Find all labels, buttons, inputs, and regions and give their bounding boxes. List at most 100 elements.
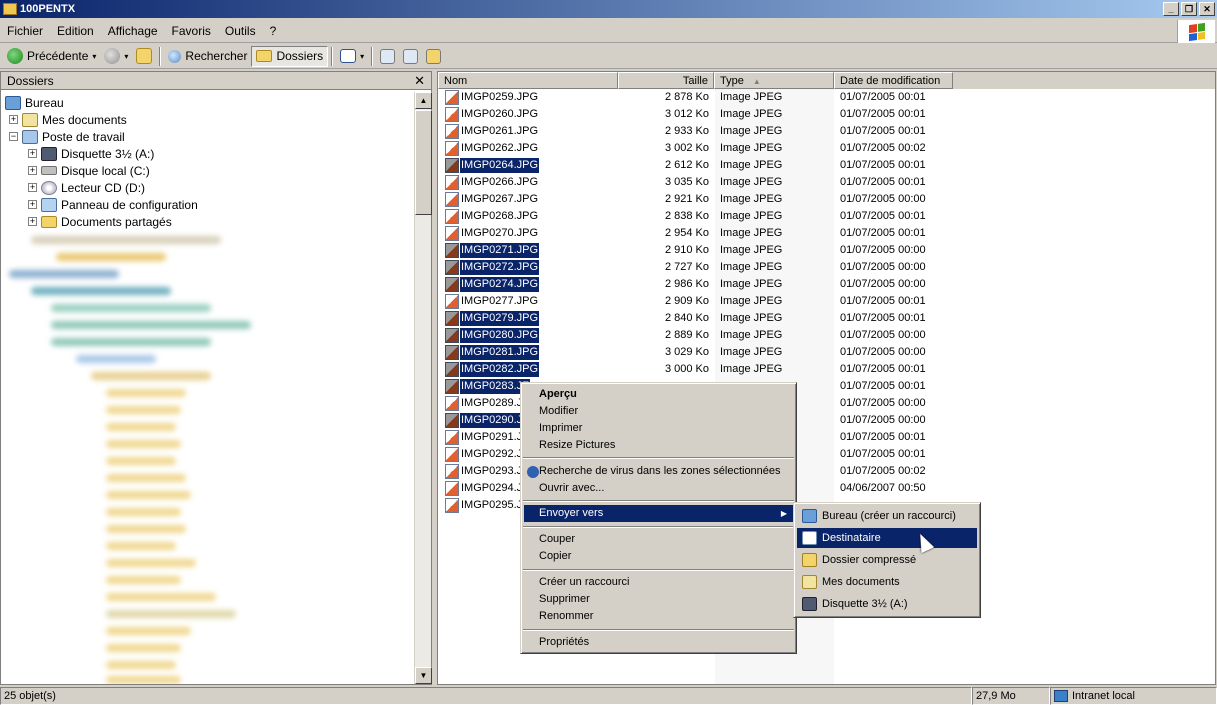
context-item-envoyer-vers[interactable]: Envoyer vers ▶: [524, 505, 793, 522]
status-bar: 25 objet(s) 27,9 Mo Intranet local: [0, 687, 1217, 705]
file-row[interactable]: IMGP0261.JPG 2 933 Ko Image JPEG 01/07/2005…: [438, 123, 1215, 140]
folders-pane-header: Dossiers ✕: [1, 72, 431, 90]
context-item-renommer[interactable]: Renommer: [524, 608, 793, 625]
sendto-destinataire[interactable]: Destinataire: [797, 528, 977, 548]
tree-item-panneau-de-configuration[interactable]: + Panneau de configuration: [28, 196, 198, 213]
file-row[interactable]: IMGP0280.JPG 2 889 Ko Image JPEG 01/07/2005…: [438, 327, 1215, 344]
column-header-type-label: Type: [720, 75, 744, 87]
minimize-button[interactable]: _: [1163, 2, 1179, 16]
scroll-thumb[interactable]: [415, 110, 432, 215]
expand-icon[interactable]: +: [9, 115, 18, 124]
context-item-creer-raccourci[interactable]: Créer un raccourci: [524, 574, 793, 591]
back-dropdown-icon[interactable]: ▾: [92, 52, 96, 61]
file-size: 2 889 Ko: [664, 329, 709, 341]
menu-help[interactable]: ?: [263, 24, 284, 38]
scroll-down-button[interactable]: ▼: [415, 667, 432, 684]
sendto-dossier-compresse[interactable]: Dossier compressé: [797, 550, 977, 570]
expand-icon[interactable]: +: [28, 200, 37, 209]
file-date: 01/07/2005 00:01: [840, 159, 926, 171]
move-to-button[interactable]: [376, 46, 399, 67]
context-item-ouvrir-avec[interactable]: Ouvrir avec...: [524, 480, 793, 497]
views-button[interactable]: ▾: [336, 46, 368, 67]
up-folder-button[interactable]: [132, 46, 156, 67]
file-date: 04/06/2007 00:50: [840, 482, 926, 494]
tree-item-lecteur-cd[interactable]: + Lecteur CD (D:): [28, 179, 145, 196]
expand-icon[interactable]: +: [28, 217, 37, 226]
column-header-date[interactable]: Date de modification: [834, 72, 953, 89]
file-date: 01/07/2005 00:01: [840, 227, 926, 239]
file-row[interactable]: IMGP0267.JPG 2 921 Ko Image JPEG 01/07/2005…: [438, 191, 1215, 208]
menu-favoris[interactable]: Favoris: [165, 24, 218, 38]
sendto-bureau[interactable]: Bureau (créer un raccourci): [797, 506, 977, 526]
tree-item-disque-local[interactable]: + Disque local (C:): [28, 162, 150, 179]
restore-button[interactable]: ❐: [1181, 2, 1197, 16]
toolbar: Précédente ▾ ▾ Rechercher Dossiers ▾: [0, 44, 1217, 69]
tree-item-mes-documents[interactable]: + Mes documents: [9, 111, 127, 128]
status-object-count: 25 objet(s): [0, 687, 972, 705]
sendto-mes-documents[interactable]: Mes documents: [797, 572, 977, 592]
file-row[interactable]: IMGP0262.JPG 3 002 Ko Image JPEG 01/07/2005…: [438, 140, 1215, 157]
context-item-label: Envoyer vers: [539, 507, 604, 519]
jpeg-file-icon: [445, 226, 459, 241]
context-item-couper[interactable]: Couper: [524, 531, 793, 548]
copy-to-button[interactable]: [399, 46, 422, 67]
collapse-icon[interactable]: −: [9, 132, 18, 141]
menu-fichier[interactable]: Fichier: [0, 24, 50, 38]
file-row[interactable]: IMGP0260.JPG 3 012 Ko Image JPEG 01/07/2005…: [438, 106, 1215, 123]
column-header-name[interactable]: Nom: [438, 72, 618, 89]
toolbar-separator: [371, 46, 374, 66]
zip-folder-icon: [802, 553, 817, 567]
folder-tree-scrollbar[interactable]: ▲ ▼: [414, 92, 432, 684]
tree-item-poste-de-travail[interactable]: − Poste de travail: [9, 128, 125, 145]
blurred-tree-item: [106, 508, 181, 516]
back-button[interactable]: Précédente ▾: [3, 46, 100, 67]
views-dropdown-icon[interactable]: ▾: [360, 52, 364, 61]
file-row[interactable]: IMGP0277.JPG 2 909 Ko Image JPEG 01/07/2005…: [438, 293, 1215, 310]
close-button[interactable]: ✕: [1199, 2, 1215, 16]
file-row[interactable]: IMGP0272.JPG 2 727 Ko Image JPEG 01/07/2005…: [438, 259, 1215, 276]
forward-dropdown-icon[interactable]: ▾: [124, 52, 128, 61]
expand-icon[interactable]: +: [28, 183, 37, 192]
context-item-copier[interactable]: Copier: [524, 548, 793, 565]
file-row[interactable]: IMGP0271.JPG 2 910 Ko Image JPEG 01/07/2005…: [438, 242, 1215, 259]
tree-item-bureau[interactable]: Bureau: [5, 94, 64, 111]
folders-button[interactable]: Dossiers: [251, 45, 329, 67]
tree-item-disquette[interactable]: + Disquette 3½ (A:): [28, 145, 154, 162]
menu-affichage[interactable]: Affichage: [101, 24, 165, 38]
sendto-disquette[interactable]: Disquette 3½ (A:): [797, 594, 977, 614]
forward-button[interactable]: ▾: [100, 46, 132, 67]
context-item-imprimer[interactable]: Imprimer: [524, 420, 793, 437]
menu-separator: [523, 526, 794, 528]
file-row[interactable]: IMGP0279.JPG 2 840 Ko Image JPEG 01/07/2005…: [438, 310, 1215, 327]
context-item-apercu[interactable]: Aperçu: [524, 386, 793, 403]
context-item-resize-pictures[interactable]: Resize Pictures: [524, 437, 793, 454]
folder-options-button[interactable]: [422, 46, 445, 67]
file-row[interactable]: IMGP0274.JPG 2 986 Ko Image JPEG 01/07/2005…: [438, 276, 1215, 293]
file-row[interactable]: IMGP0281.JPG 3 029 Ko Image JPEG 01/07/2005…: [438, 344, 1215, 361]
file-row[interactable]: IMGP0266.JPG 3 035 Ko Image JPEG 01/07/2005…: [438, 174, 1215, 191]
expand-icon[interactable]: +: [28, 149, 37, 158]
scroll-up-button[interactable]: ▲: [415, 92, 432, 109]
file-row[interactable]: IMGP0268.JPG 2 838 Ko Image JPEG 01/07/2005…: [438, 208, 1215, 225]
context-item-modifier[interactable]: Modifier: [524, 403, 793, 420]
column-header-type[interactable]: Type ▲: [714, 72, 834, 89]
blurred-tree-item: [106, 661, 176, 669]
context-item-virus-scan[interactable]: Recherche de virus dans les zones sélect…: [524, 463, 793, 480]
file-row[interactable]: IMGP0270.JPG 2 954 Ko Image JPEG 01/07/2005…: [438, 225, 1215, 242]
file-row[interactable]: IMGP0259.JPG 2 878 Ko Image JPEG 01/07/2005…: [438, 89, 1215, 106]
context-item-proprietes[interactable]: Propriétés: [524, 634, 793, 651]
file-row[interactable]: IMGP0264.JPG 2 612 Ko Image JPEG 01/07/2005…: [438, 157, 1215, 174]
expand-icon[interactable]: +: [28, 166, 37, 175]
sendto-label: Disquette 3½ (A:): [822, 598, 908, 610]
tree-item-documents-partages[interactable]: + Documents partagés: [28, 213, 172, 230]
search-button[interactable]: Rechercher: [164, 46, 251, 67]
menu-edition[interactable]: Edition: [50, 24, 101, 38]
close-pane-icon[interactable]: ✕: [414, 73, 425, 89]
blurred-tree-item: [106, 474, 186, 482]
menu-outils[interactable]: Outils: [218, 24, 263, 38]
desktop-shortcut-icon: [802, 509, 817, 523]
file-row[interactable]: IMGP0282.JPG 3 000 Ko Image JPEG 01/07/2005…: [438, 361, 1215, 378]
context-item-supprimer[interactable]: Supprimer: [524, 591, 793, 608]
column-header-size[interactable]: Taille: [618, 72, 714, 89]
jpeg-file-icon: [445, 175, 459, 190]
